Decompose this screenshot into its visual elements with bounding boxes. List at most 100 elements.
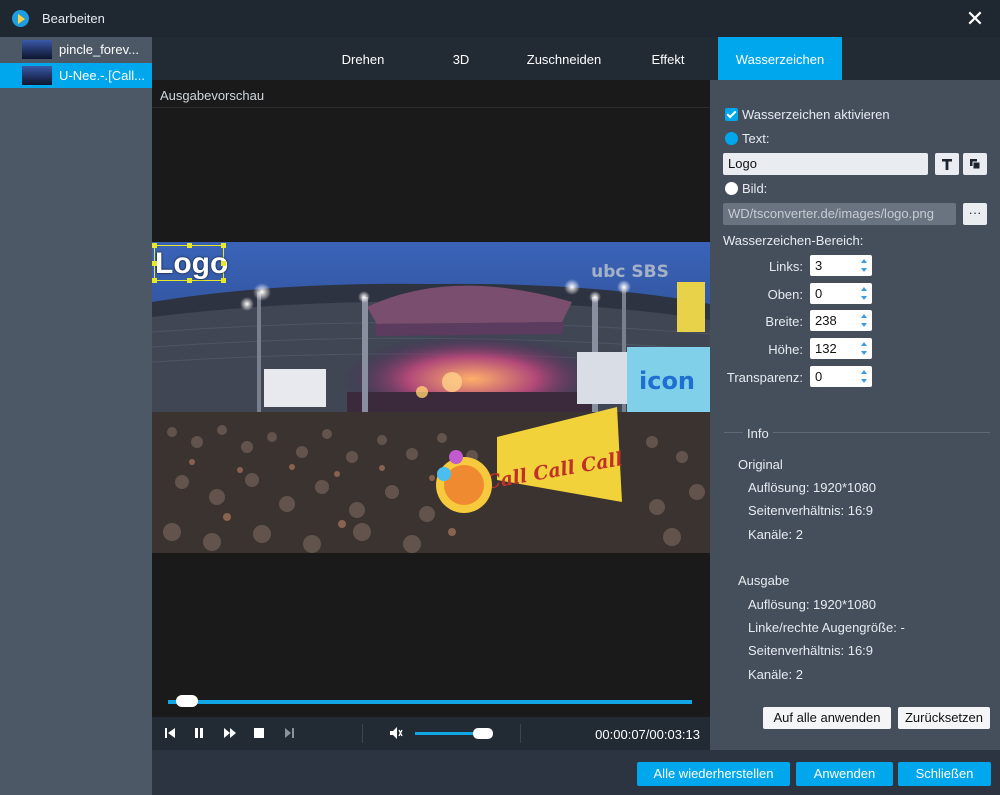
file-list: pincle_forev... U-Nee.-.[Call... xyxy=(0,37,152,795)
font-button[interactable] xyxy=(935,153,959,175)
left-input[interactable]: 3 xyxy=(810,255,872,276)
top-input[interactable]: 0 xyxy=(810,283,872,304)
timecode: 00:00:07/00:03:13 xyxy=(595,727,700,742)
banner-text: icon xyxy=(639,367,695,395)
info-heading: Info xyxy=(743,426,773,441)
window-title: Bearbeiten xyxy=(42,11,105,26)
transparency-input[interactable]: 0 xyxy=(810,366,872,387)
watermark-preview-text: Logo xyxy=(155,247,229,280)
video-frame: icon ubc SBS Call Call Call Logo xyxy=(152,242,710,553)
resize-handle[interactable] xyxy=(152,278,157,283)
watermark-settings: Wasserzeichen aktivieren Text: Logo Bild… xyxy=(710,80,1000,750)
resize-handle[interactable] xyxy=(187,278,192,283)
image-watermark-radio[interactable] xyxy=(725,182,738,195)
tab-crop[interactable]: Zuschneiden xyxy=(510,37,618,80)
spin-up-icon[interactable] xyxy=(860,368,869,376)
resize-handle[interactable] xyxy=(221,278,226,283)
apply-button[interactable]: Anwenden xyxy=(796,762,893,786)
divider xyxy=(152,107,710,108)
tab-watermark[interactable]: Wasserzeichen xyxy=(718,37,842,80)
spin-up-icon[interactable] xyxy=(860,340,869,348)
edit-tabs: Drehen 3D Zuschneiden Effekt Wasserzeich… xyxy=(152,37,1000,80)
tab-effect[interactable]: Effekt xyxy=(618,37,718,80)
file-name: pincle_forev... xyxy=(59,42,139,57)
enable-watermark-checkbox[interactable] xyxy=(725,108,738,121)
spin-down-icon[interactable] xyxy=(860,349,869,357)
enable-watermark-label: Wasserzeichen aktivieren xyxy=(742,107,890,122)
tab-rotate[interactable]: Drehen xyxy=(314,37,412,80)
fast-forward-icon[interactable] xyxy=(222,725,238,741)
concert-scene: icon ubc SBS Call Call Call xyxy=(152,242,710,553)
original-heading: Original xyxy=(738,457,783,472)
spin-up-icon[interactable] xyxy=(860,285,869,293)
output-resolution: Auflösung: 1920*1080 xyxy=(748,597,876,612)
title-bar: Bearbeiten ✕ xyxy=(0,0,1000,37)
reset-button[interactable]: Zurücksetzen xyxy=(898,707,990,729)
output-heading: Ausgabe xyxy=(738,573,790,588)
preview-label: Ausgabevorschau xyxy=(160,88,265,103)
seek-bar[interactable] xyxy=(168,700,692,704)
height-label: Höhe: xyxy=(768,342,803,357)
stop-icon[interactable] xyxy=(251,725,267,741)
video-thumbnail xyxy=(22,40,52,59)
image-path-input[interactable]: WD/tsconverter.de/images/logo.png xyxy=(723,203,956,225)
transparency-value: 0 xyxy=(815,369,823,384)
volume-handle[interactable] xyxy=(472,728,493,739)
output-channels: Kanäle: 2 xyxy=(748,667,803,682)
top-label: Oben: xyxy=(767,287,803,302)
watermark-text-input[interactable]: Logo xyxy=(723,153,928,175)
resize-handle[interactable] xyxy=(221,243,226,248)
spin-down-icon[interactable] xyxy=(860,377,869,385)
resize-handle[interactable] xyxy=(152,261,157,266)
next-frame-icon[interactable] xyxy=(281,725,297,741)
resize-handle[interactable] xyxy=(152,243,157,248)
spin-down-icon[interactable] xyxy=(860,321,869,329)
tab-3d[interactable]: 3D xyxy=(412,37,510,80)
width-label: Breite: xyxy=(765,314,803,329)
output-preview: Ausgabevorschau icon ubc SBS Call Call C… xyxy=(152,80,710,717)
close-window-button[interactable]: ✕ xyxy=(962,6,988,32)
file-item-selected[interactable]: U-Nee.-.[Call... xyxy=(0,63,152,88)
skip-back-icon[interactable] xyxy=(162,725,178,741)
browse-button[interactable]: ··· xyxy=(963,203,987,225)
height-value: 132 xyxy=(815,341,837,356)
original-resolution: Auflösung: 1920*1080 xyxy=(748,480,876,495)
area-label: Wasserzeichen-Bereich: xyxy=(723,233,864,248)
spin-up-icon[interactable] xyxy=(860,257,869,265)
broadcaster-logo: ubc SBS xyxy=(591,262,669,282)
apply-to-all-button[interactable]: Auf alle anwenden xyxy=(763,707,891,729)
watermark-frame[interactable]: Logo xyxy=(152,243,229,283)
text-watermark-label: Text: xyxy=(742,131,770,146)
text-watermark-radio[interactable] xyxy=(725,132,738,145)
file-item[interactable]: pincle_forev... xyxy=(0,37,152,62)
original-channels: Kanäle: 2 xyxy=(748,527,803,542)
file-name: U-Nee.-.[Call... xyxy=(59,68,145,83)
output-aspect: Seitenverhältnis: 16:9 xyxy=(748,643,874,658)
restore-all-button[interactable]: Alle wiederherstellen xyxy=(637,762,790,786)
spin-down-icon[interactable] xyxy=(860,266,869,274)
close-button[interactable]: Schließen xyxy=(898,762,991,786)
original-aspect: Seitenverhältnis: 16:9 xyxy=(748,503,874,518)
width-value: 238 xyxy=(815,313,837,328)
top-value: 0 xyxy=(815,286,823,301)
copy-icon xyxy=(970,159,981,170)
height-input[interactable]: 132 xyxy=(810,338,872,359)
font-icon xyxy=(942,159,952,170)
video-thumbnail xyxy=(22,66,52,85)
spin-up-icon[interactable] xyxy=(860,312,869,320)
image-watermark-label: Bild: xyxy=(742,181,768,196)
dialog-footer: Alle wiederherstellen Anwenden Schließen xyxy=(152,750,1000,795)
left-label: Links: xyxy=(769,259,803,274)
resize-handle[interactable] xyxy=(187,243,192,248)
volume-icon[interactable] xyxy=(388,725,404,741)
player-controls: 00:00:07/00:03:13 xyxy=(152,717,710,750)
resize-handle[interactable] xyxy=(221,261,226,266)
transparency-label: Transparenz: xyxy=(726,370,803,385)
spin-down-icon[interactable] xyxy=(860,294,869,302)
color-button[interactable] xyxy=(963,153,987,175)
app-logo-icon xyxy=(12,10,29,27)
pause-icon[interactable] xyxy=(191,725,207,741)
width-input[interactable]: 238 xyxy=(810,310,872,331)
seek-handle[interactable] xyxy=(176,695,199,707)
divider xyxy=(520,724,521,743)
